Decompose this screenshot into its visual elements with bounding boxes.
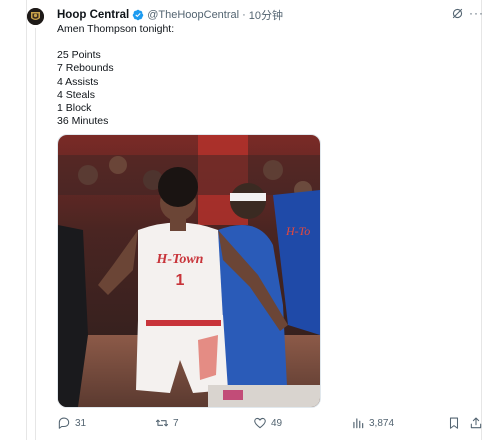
jersey-text: H-Town [156, 252, 204, 267]
timestamp[interactable]: 10分钟 [249, 7, 283, 23]
retweet-count: 7 [173, 417, 179, 429]
like-button[interactable]: 49 [253, 416, 282, 430]
tweet-line: 1 Block [57, 102, 92, 115]
retweet-button[interactable]: 7 [155, 416, 179, 430]
grok-icon[interactable] [451, 7, 464, 20]
tweet-line: 36 Minutes [57, 115, 109, 128]
basketball-photo: H-To H-Town 1 [58, 135, 320, 407]
share-button[interactable] [469, 416, 483, 430]
display-name[interactable]: Hoop Central [57, 9, 129, 21]
tweet-text: Amen Thompson tonight: 25 Points 7 Rebou… [57, 23, 174, 128]
avatar-logo [27, 8, 44, 25]
handle[interactable]: @TheHoopCentral [147, 9, 239, 21]
reply-icon [58, 417, 70, 429]
tweet-line: 25 Points [57, 49, 101, 62]
reply-button[interactable]: 31 [57, 416, 86, 430]
tweet-line: 4 Steals [57, 88, 95, 101]
action-bar: 31 7 49 3,874 [57, 416, 482, 432]
tweet-line: Amen Thompson tonight: [57, 23, 175, 35]
frame-line-right [481, 0, 482, 440]
tweet-header: Hoop Central @TheHoopCentral · 10分钟 [57, 7, 460, 23]
retweet-icon [155, 419, 169, 427]
separator: · [242, 9, 246, 21]
avatar[interactable] [27, 8, 44, 25]
more-icon[interactable]: ··· [469, 7, 484, 19]
frame-line-left [26, 0, 27, 440]
like-count: 49 [271, 417, 283, 429]
reply-count: 31 [75, 417, 87, 429]
views-count: 3,874 [369, 417, 395, 429]
tweet-line: 4 Assists [57, 75, 99, 88]
tweet-photo[interactable]: H-To H-Town 1 [57, 134, 321, 408]
views-button[interactable]: 3,874 [351, 416, 394, 430]
jersey-number: 1 [176, 272, 185, 289]
opponent-jersey-text: H-To [285, 224, 310, 238]
bookmark-icon [449, 417, 459, 429]
thread-line [35, 28, 36, 440]
like-icon [254, 417, 266, 429]
share-icon [470, 417, 482, 429]
bookmark-button[interactable] [447, 416, 461, 430]
views-icon [353, 418, 364, 429]
verified-badge-icon [132, 9, 144, 21]
tweet-line: 7 Rebounds [57, 62, 114, 75]
